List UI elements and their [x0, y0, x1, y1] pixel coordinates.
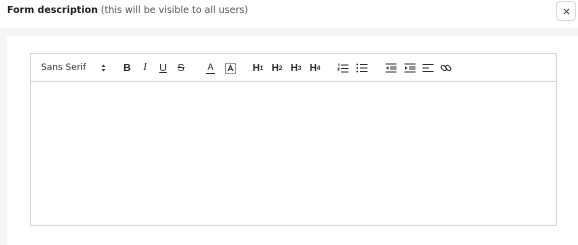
heading1-button[interactable]: H1 [251, 60, 265, 76]
outdent-button[interactable] [385, 60, 397, 76]
editor-toolbar: Sans Serif B I U S A H 1 H 2 H 3 H 4 [31, 54, 556, 82]
heading4-level: 4 [316, 64, 321, 72]
link-button[interactable] [440, 60, 452, 76]
font-color-button[interactable]: A [205, 60, 216, 76]
bullet-list-button[interactable] [356, 60, 368, 76]
ordered-list-button[interactable] [337, 60, 349, 76]
underline-icon: U [159, 62, 167, 74]
select-arrows-icon [101, 64, 106, 72]
indent-button[interactable] [404, 60, 416, 76]
background-color-button[interactable] [224, 60, 236, 76]
font-family-value: Sans Serif [41, 63, 87, 73]
close-icon [563, 8, 569, 14]
heading3-level: 3 [297, 64, 302, 72]
ordered-list-icon [337, 63, 349, 73]
bold-icon: B [123, 62, 131, 74]
bullet-list-icon [356, 63, 368, 73]
title-label: Form description [7, 5, 98, 16]
align-button[interactable] [422, 60, 434, 76]
heading2-level: 2 [278, 64, 283, 72]
rich-text-editor: Sans Serif B I U S A H 1 H 2 H 3 H 4 [30, 53, 557, 226]
background-color-icon [224, 62, 236, 74]
strikethrough-button[interactable]: S [176, 60, 186, 76]
heading3-button[interactable]: H3 [289, 60, 303, 76]
modal-title: Form description (this will be visible t… [7, 5, 248, 17]
italic-icon: I [143, 62, 147, 73]
modal-header: Form description (this will be visible t… [0, 0, 578, 28]
font-color-swatch [206, 72, 215, 75]
editor-card: Sans Serif B I U S A H 1 H 2 H 3 H 4 [7, 36, 578, 245]
bold-button[interactable]: B [122, 60, 132, 76]
underline-button[interactable]: U [158, 60, 168, 76]
editor-content-area[interactable] [31, 82, 556, 226]
strikethrough-icon: S [177, 62, 185, 74]
font-color-icon: A [207, 61, 214, 72]
title-note: (this will be visible to all users) [100, 5, 249, 16]
heading2-button[interactable]: H2 [270, 60, 284, 76]
heading4-label: H [309, 62, 317, 74]
align-left-icon [422, 64, 434, 72]
font-family-select[interactable]: Sans Serif [41, 62, 86, 74]
italic-button[interactable]: I [140, 60, 150, 76]
heading3-label: H [290, 62, 298, 74]
link-icon [440, 64, 452, 72]
heading4-button[interactable]: H4 [308, 60, 322, 76]
outdent-icon [385, 63, 397, 73]
close-button[interactable] [556, 1, 576, 21]
heading1-label: H [252, 62, 260, 74]
heading1-level: 1 [259, 64, 264, 72]
modal-body: Sans Serif B I U S A H 1 H 2 H 3 H 4 [0, 28, 578, 245]
heading2-label: H [271, 62, 279, 74]
indent-icon [404, 63, 416, 73]
